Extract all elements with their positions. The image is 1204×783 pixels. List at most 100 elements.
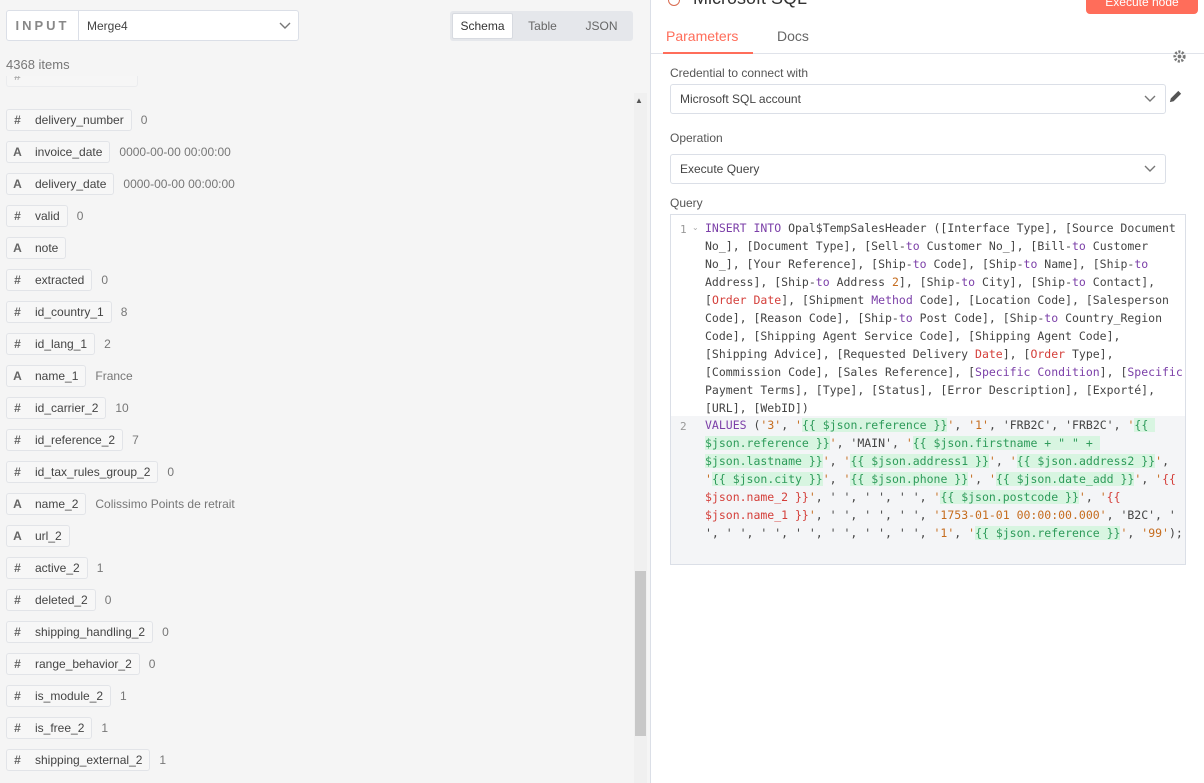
scroll-up-icon[interactable]: ▲	[635, 96, 643, 105]
schema-key[interactable]: delivery_number	[28, 109, 132, 131]
schema-key[interactable]: invoice_date	[28, 141, 111, 163]
execute-node-button[interactable]: Execute node	[1086, 0, 1198, 14]
schema-key[interactable]: shipping_external_2	[28, 749, 151, 771]
string-type-icon: A	[6, 525, 28, 547]
number-type-icon: #	[6, 109, 28, 131]
schema-row[interactable]: Aname_1 France	[6, 362, 133, 390]
schema-row[interactable]: # shipping_handling_2 0	[6, 620, 169, 644]
query-line-1-text: INSERT INTO Opal$TempSalesHeader ([Inter…	[705, 221, 1183, 415]
query-editor[interactable]: 1 ⌄ INSERT INTO Opal$TempSalesHeader ([I…	[670, 214, 1186, 565]
schema-key[interactable]: valid	[28, 205, 68, 227]
schema-value: 7	[132, 433, 139, 447]
operation-label: Operation	[670, 131, 723, 145]
credential-select[interactable]: Microsoft SQL account	[670, 84, 1166, 114]
number-type-icon: #	[6, 333, 28, 355]
credential-label: Credential to connect with	[670, 66, 809, 80]
schema-value: 0	[101, 273, 109, 287]
query-line-2-text: VALUES ('3', '{{ $json.reference }}', '1…	[705, 418, 1183, 540]
schema-key[interactable]: range_behavior_2	[28, 653, 140, 675]
schema-key[interactable]: id_country_1	[28, 301, 112, 323]
fold-icon[interactable]: ⌄	[692, 223, 699, 232]
schema-row[interactable]: # id_lang_1 2	[6, 332, 111, 356]
schema-row[interactable]: # id_reference_2 7	[6, 428, 139, 452]
schema-key[interactable]: extracted	[28, 269, 93, 291]
schema-row[interactable]: Adelivery_date 0000-00-00 00:00:00	[6, 172, 235, 196]
view-json-button[interactable]: JSON	[572, 13, 631, 39]
schema-key[interactable]: name_2	[28, 493, 87, 515]
schema-key[interactable]: id_carrier_2	[28, 397, 107, 419]
schema-key[interactable]: id_reference_2	[28, 429, 124, 451]
schema-key[interactable]: is_free_2	[28, 717, 93, 739]
schema-key[interactable]: delivery_date	[28, 173, 115, 195]
schema-key[interactable]: name_1	[28, 365, 87, 387]
line-number: 2	[680, 420, 687, 433]
schema-row[interactable]: Anote	[6, 236, 67, 260]
schema-key[interactable]: note	[28, 237, 67, 259]
schema-value: Colissimo Points de retrait	[95, 497, 235, 511]
schema-row[interactable]: # extracted 0	[6, 268, 108, 292]
tab-docs[interactable]: Docs	[777, 28, 809, 44]
schema-value: 8	[120, 305, 128, 319]
chevron-down-icon[interactable]	[1144, 92, 1156, 106]
schema-key[interactable]: id_lang_1	[28, 333, 96, 355]
active-tab-indicator	[663, 52, 753, 54]
schema-row[interactable]: # is_module_2 1	[6, 684, 127, 708]
schema-row[interactable]: # id_carrier_2 10	[6, 396, 129, 420]
number-type-icon: #	[6, 685, 28, 707]
schema-row[interactable]: # id_country_1 8	[6, 300, 127, 324]
node-tabs: Parameters Docs	[651, 22, 1204, 63]
schema-row[interactable]: Ainvoice_date 0000-00-00 00:00:00	[6, 140, 231, 164]
schema-row[interactable]: Aname_2 Colissimo Points de retrait	[6, 490, 235, 518]
gear-icon[interactable]	[1172, 49, 1187, 69]
operation-select[interactable]: Execute Query	[670, 154, 1166, 184]
scrollbar-thumb[interactable]	[635, 571, 646, 736]
view-schema-button[interactable]: Schema	[452, 13, 513, 39]
schema-row[interactable]: # shipping_external_2 1	[6, 748, 166, 772]
chevron-down-icon[interactable]	[272, 22, 298, 30]
schema-value: 1	[120, 689, 127, 703]
schema-value: 0	[148, 657, 156, 671]
schema-key[interactable]: shipping_handling_2	[28, 621, 154, 643]
number-type-icon: #	[6, 301, 28, 323]
number-type-icon: #	[6, 717, 28, 739]
schema-value: 1	[159, 753, 167, 767]
schema-value: 0	[162, 625, 169, 639]
schema-key[interactable]: deleted_2	[28, 589, 96, 611]
schema-key[interactable]: active_2	[28, 557, 88, 579]
schema-row[interactable]: # active_2 1	[6, 556, 103, 580]
schema-value: 0000-00-00 00:00:00	[123, 177, 235, 191]
input-node-name[interactable]: Merge4	[79, 19, 272, 33]
number-type-icon: #	[6, 589, 28, 611]
string-type-icon: A	[6, 141, 28, 163]
schema-key[interactable]: id_tax_rules_group_2	[28, 461, 159, 483]
number-type-icon: #	[6, 205, 28, 227]
node-title: Microsoft SQL	[693, 0, 807, 9]
schema-row[interactable]: Aurl_2	[6, 524, 70, 548]
schema-key[interactable]: is_module_2	[28, 685, 112, 707]
tab-parameters[interactable]: Parameters	[666, 28, 738, 44]
number-type-icon: #	[6, 461, 28, 483]
schema-row[interactable]: # delivery_number 0	[6, 108, 147, 132]
code-line-1: 1 ⌄ INSERT INTO Opal$TempSalesHeader ([I…	[671, 219, 1185, 417]
string-type-icon: A	[6, 365, 28, 387]
line-number: 1	[680, 223, 687, 236]
schema-value: 0000-00-00 00:00:00	[119, 145, 231, 159]
schema-value: 2	[104, 337, 111, 351]
edit-credential-icon[interactable]	[1168, 89, 1183, 108]
input-node-selector[interactable]: INPUT Merge4	[6, 10, 299, 41]
node-panel: Microsoft SQL Execute node Parameters Do…	[650, 0, 1204, 783]
input-label: INPUT	[7, 11, 79, 40]
view-toggle: Schema Table JSON	[450, 11, 633, 41]
input-panel: INPUT Merge4 Schema Table JSON 4368 item…	[0, 0, 650, 783]
chevron-down-icon[interactable]	[1144, 162, 1156, 176]
schema-row[interactable]: # valid 0	[6, 204, 83, 228]
schema-row[interactable]: # range_behavior_2 0	[6, 652, 155, 676]
schema-key[interactable]: url_2	[28, 525, 70, 547]
view-table-button[interactable]: Table	[513, 13, 572, 39]
schema-row[interactable]: # deleted_2 0	[6, 588, 111, 612]
schema-row[interactable]: # id_tax_rules_group_2 0	[6, 460, 174, 484]
number-type-icon: #	[6, 76, 28, 87]
schema-value: 1	[96, 561, 104, 575]
schema-row[interactable]: # is_free_2 1	[6, 716, 108, 740]
schema-value: 0	[167, 465, 175, 479]
